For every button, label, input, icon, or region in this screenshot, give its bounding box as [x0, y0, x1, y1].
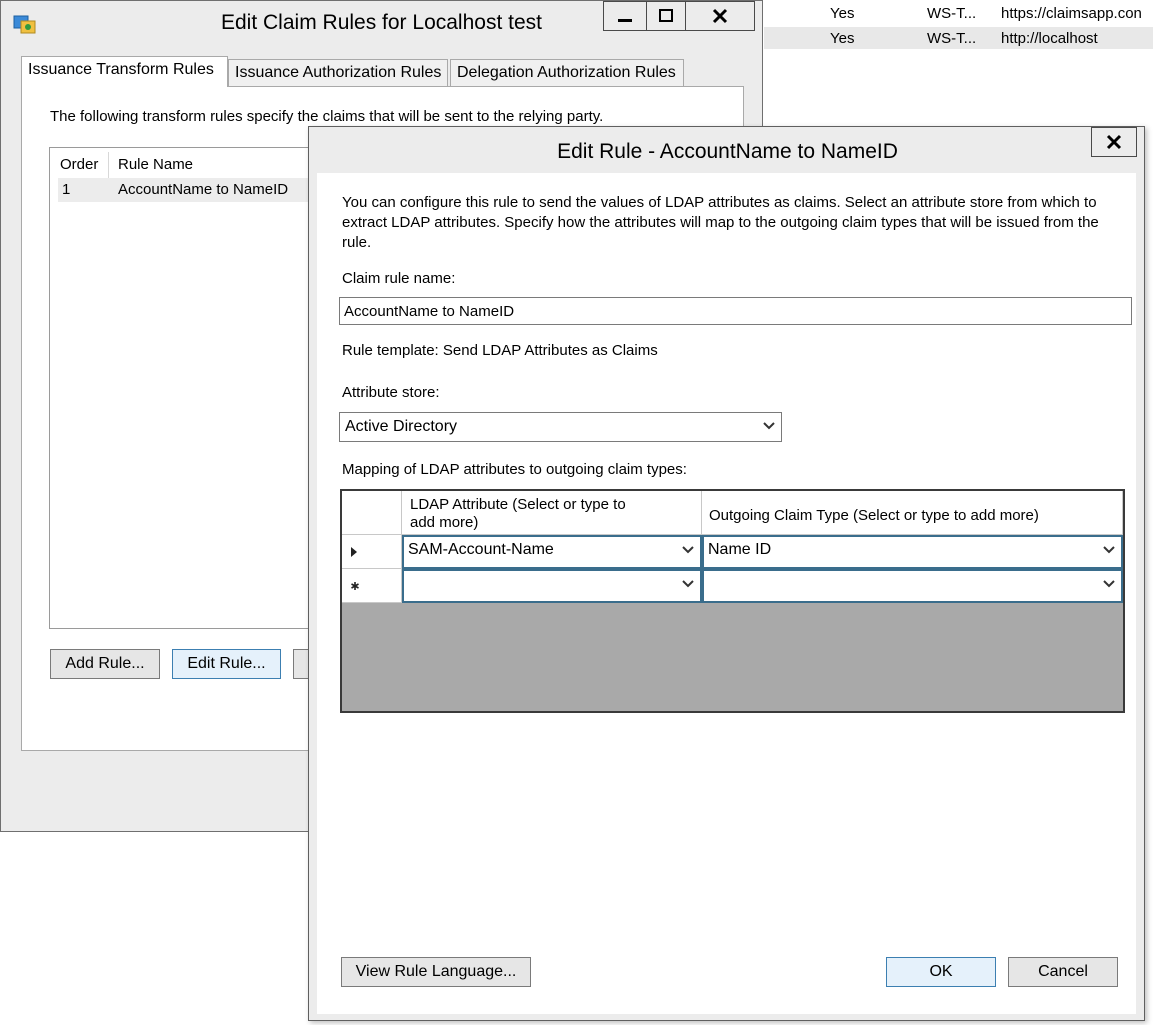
- outgoing-claim-type-column-header[interactable]: Outgoing Claim Type (Select or type to a…: [702, 491, 1123, 535]
- close-icon: [1106, 134, 1122, 150]
- enabled-cell: Yes: [830, 5, 855, 22]
- row-header-current[interactable]: [342, 535, 402, 569]
- tab-issuance-authorization-rules[interactable]: Issuance Authorization Rules: [228, 59, 448, 87]
- close-icon: [712, 8, 728, 24]
- edit-rule-button[interactable]: Edit Rule...: [172, 649, 281, 679]
- ok-button[interactable]: OK: [886, 957, 996, 987]
- rule-order: 1: [62, 181, 71, 198]
- chevron-down-icon: [1103, 580, 1115, 588]
- claim-type-cell-new[interactable]: [702, 569, 1123, 603]
- close-button[interactable]: [685, 1, 755, 31]
- chevron-down-icon: [1103, 546, 1115, 554]
- dialog-close-button[interactable]: [1091, 127, 1137, 157]
- minimize-button[interactable]: [603, 1, 647, 31]
- maximize-icon: [659, 9, 673, 22]
- cancel-button[interactable]: Cancel: [1008, 957, 1118, 987]
- mapping-grid[interactable]: LDAP Attribute (Select or type to add mo…: [340, 489, 1125, 713]
- ldap-attribute-value: SAM-Account-Name: [408, 541, 554, 558]
- view-rule-language-button[interactable]: View Rule Language...: [341, 957, 531, 987]
- chevron-down-icon: [682, 546, 694, 554]
- dialog-title: Edit Rule - AccountName to NameID: [557, 140, 898, 163]
- grid-corner-header: [342, 491, 402, 535]
- chevron-down-icon: [682, 580, 694, 588]
- identifier-cell: https://claimsapp.con: [1001, 5, 1142, 22]
- tab-delegation-authorization-rules[interactable]: Delegation Authorization Rules: [450, 59, 684, 87]
- attribute-store-label: Attribute store:: [342, 384, 440, 401]
- type-cell: WS-T...: [927, 30, 977, 47]
- claim-rule-name-field[interactable]: [339, 297, 1132, 325]
- row-header-new[interactable]: [342, 569, 402, 603]
- attribute-store-value: Active Directory: [345, 418, 458, 435]
- ldap-attribute-header-line1: LDAP Attribute (Select or type to: [410, 496, 626, 513]
- list-row[interactable]: Yes WS-T... https://claimsapp.con: [764, 2, 1153, 24]
- identifier-cell: http://localhost: [1001, 30, 1098, 47]
- order-column-header[interactable]: Order: [60, 156, 98, 173]
- type-cell: WS-T...: [927, 5, 977, 22]
- intro-text: The following transform rules specify th…: [50, 108, 604, 125]
- mapping-label: Mapping of LDAP attributes to outgoing c…: [342, 461, 687, 478]
- tab-issuance-transform-rules[interactable]: Issuance Transform Rules: [21, 56, 228, 87]
- claim-rule-name-label: Claim rule name:: [342, 270, 456, 287]
- maximize-button[interactable]: [646, 1, 686, 31]
- attribute-store-select[interactable]: Active Directory: [339, 412, 782, 442]
- chevron-down-icon: [763, 422, 775, 430]
- window-title: Edit Claim Rules for Localhost test: [221, 11, 542, 34]
- ldap-attribute-header-line2: add more): [410, 514, 479, 531]
- claim-type-value: Name ID: [708, 541, 772, 558]
- rule-name: AccountName to NameID: [118, 181, 289, 198]
- dialog-content: You can configure this rule to send the …: [317, 173, 1136, 1014]
- ldap-attribute-cell-new[interactable]: [402, 569, 702, 603]
- new-row-asterisk-icon: [351, 582, 359, 590]
- rule-name-column-header[interactable]: Rule Name: [118, 156, 193, 173]
- edit-rule-dialog: Edit Rule - AccountName to NameID You ca…: [308, 126, 1145, 1021]
- dialog-description: You can configure this rule to send the …: [342, 194, 1099, 251]
- ldap-attribute-column-header[interactable]: LDAP Attribute (Select or type to add mo…: [402, 491, 702, 535]
- current-row-arrow-icon: [351, 547, 357, 557]
- minimize-icon: [618, 19, 632, 22]
- column-divider: [108, 152, 109, 178]
- claim-type-cell[interactable]: Name ID: [702, 535, 1123, 569]
- rule-template-text: Rule template: Send LDAP Attributes as C…: [342, 342, 658, 359]
- list-row[interactable]: Yes WS-T... http://localhost: [764, 27, 1153, 49]
- add-rule-button[interactable]: Add Rule...: [50, 649, 160, 679]
- enabled-cell: Yes: [830, 30, 855, 47]
- ldap-attribute-cell[interactable]: SAM-Account-Name: [402, 535, 702, 569]
- app-icon: [13, 15, 36, 34]
